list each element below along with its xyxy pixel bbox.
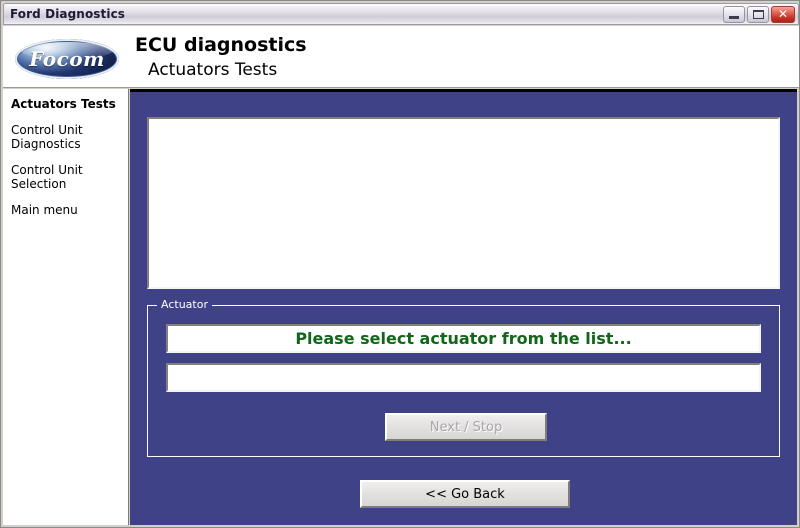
window-controls: ✕ (723, 6, 795, 23)
maximize-icon (753, 10, 764, 19)
actuator-list-box[interactable] (147, 117, 780, 289)
actuator-group-label: Actuator (157, 298, 212, 311)
minimize-button[interactable] (723, 6, 745, 23)
sidebar-item-actuators-tests[interactable]: Actuators Tests (11, 97, 122, 111)
page-title: ECU diagnostics (135, 34, 307, 56)
close-icon: ✕ (777, 7, 789, 21)
maximize-button[interactable] (747, 6, 769, 23)
application-window: Ford Diagnostics ✕ Focom ECU diagnostics… (0, 0, 800, 528)
page-subtitle: Actuators Tests (148, 60, 278, 80)
logo-text: Focom (29, 47, 105, 71)
app-header: Focom ECU diagnostics Actuators Tests (3, 26, 799, 88)
actuator-status-text: Please select actuator from the list... (295, 329, 632, 348)
main-content-panel: Actuator Please select actuator from the… (130, 89, 797, 525)
next-stop-button[interactable]: Next / Stop (385, 413, 547, 441)
minimize-icon (729, 16, 739, 19)
focom-logo: Focom (15, 39, 119, 79)
actuator-group-box: Actuator Please select actuator from the… (147, 298, 780, 457)
sidebar-nav: Actuators Tests Control Unit Diagnostics… (3, 89, 129, 525)
sidebar-item-control-unit-diagnostics[interactable]: Control Unit Diagnostics (11, 123, 122, 151)
window-title: Ford Diagnostics (10, 7, 126, 21)
actuator-value-field[interactable] (166, 363, 761, 392)
sidebar-item-control-unit-selection[interactable]: Control Unit Selection (11, 163, 122, 191)
title-bar: Ford Diagnostics ✕ (3, 3, 799, 25)
close-button[interactable]: ✕ (771, 6, 795, 23)
actuator-status-field: Please select actuator from the list... (166, 324, 761, 353)
sidebar-item-main-menu[interactable]: Main menu (11, 203, 122, 217)
go-back-button[interactable]: << Go Back (360, 480, 570, 508)
